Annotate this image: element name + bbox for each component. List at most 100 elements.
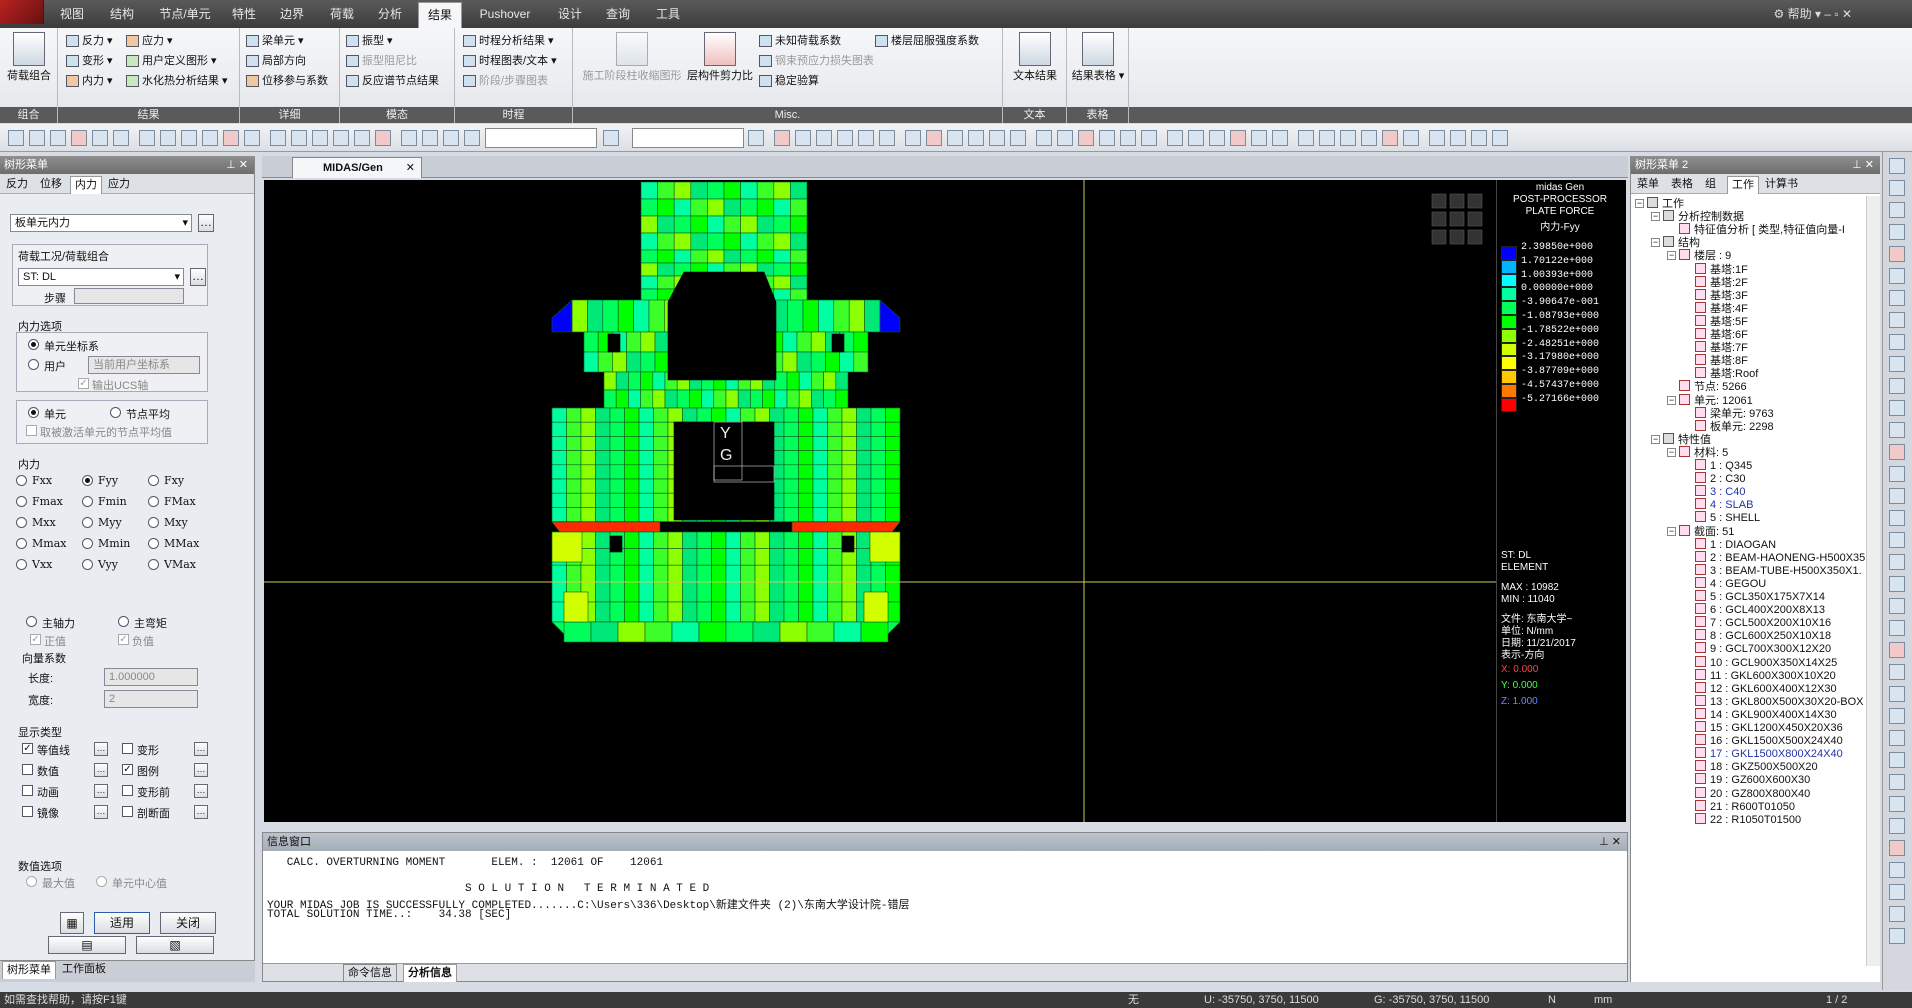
display-checkbox[interactable]	[22, 806, 33, 817]
toolbar-icon[interactable]	[1036, 130, 1052, 146]
toolbar-icon[interactable]	[837, 130, 853, 146]
user-cs-select[interactable]: 当前用户坐标系	[88, 356, 200, 374]
toolbar-icon[interactable]	[905, 130, 921, 146]
toolbar-icon[interactable]	[1382, 130, 1398, 146]
strip-tool-icon[interactable]	[1889, 224, 1905, 240]
menu-tab[interactable]: 视图	[52, 0, 92, 28]
display-option-button[interactable]: …	[94, 805, 108, 819]
principal-moment-radio[interactable]	[118, 616, 129, 627]
story-shear-button[interactable]: 层构件剪力比	[683, 32, 757, 83]
display-checkbox[interactable]	[122, 743, 133, 754]
toolbar-icon[interactable]	[1188, 130, 1204, 146]
export-button[interactable]: ▧	[136, 936, 214, 954]
display-option-button[interactable]: …	[194, 784, 208, 798]
toolbar-icon[interactable]	[968, 130, 984, 146]
tree-node[interactable]: 22 : R1050T01500	[1695, 812, 1801, 828]
strip-tool-icon[interactable]	[1889, 840, 1905, 856]
toolbar-icon[interactable]	[926, 130, 942, 146]
tree-expander[interactable]: −	[1667, 251, 1676, 261]
toolbar-icon[interactable]	[1450, 130, 1466, 146]
toolbar-icon[interactable]	[333, 130, 349, 146]
mode-damping-button[interactable]: 振型阻尼比	[344, 52, 417, 70]
strip-tool-icon[interactable]	[1889, 202, 1905, 218]
toolbar-icon[interactable]	[71, 130, 87, 146]
force-button[interactable]: 内力 ▾	[64, 72, 113, 90]
panel-close-icon[interactable]: ⊥ ✕	[226, 156, 248, 174]
toolbar-icon[interactable]	[1078, 130, 1094, 146]
toolbar-icon[interactable]	[50, 130, 66, 146]
tab-stress[interactable]: 应力	[104, 176, 134, 194]
toolbar-icon[interactable]	[1230, 130, 1246, 146]
story-yield-button[interactable]: 楼层屈服强度系数	[873, 32, 979, 50]
force-radio-vmax[interactable]	[148, 559, 159, 570]
toolbar-icon[interactable]	[1099, 130, 1115, 146]
toolbar-icon[interactable]	[29, 130, 45, 146]
strip-tool-icon[interactable]	[1889, 290, 1905, 306]
tree-expander[interactable]: −	[1651, 238, 1660, 248]
menu-tab[interactable]: 设计	[550, 0, 590, 28]
toolbar-icon[interactable]	[989, 130, 1005, 146]
toolbar-icon[interactable]	[858, 130, 874, 146]
strip-tool-icon[interactable]	[1889, 576, 1905, 592]
right-tab[interactable]: 菜单	[1633, 176, 1663, 194]
menu-tab[interactable]: Pushover	[470, 0, 540, 28]
coord-user-radio[interactable]	[28, 359, 39, 370]
load-case-select[interactable]: ST: DL ▾	[18, 268, 184, 286]
message-close-icon[interactable]: ⊥ ✕	[1599, 833, 1621, 851]
toolbar-icon[interactable]	[1492, 130, 1508, 146]
toolbar-icon[interactable]	[1120, 130, 1136, 146]
strip-tool-icon[interactable]	[1889, 620, 1905, 636]
strip-tool-icon[interactable]	[1889, 598, 1905, 614]
toolbar-icon[interactable]	[1403, 130, 1419, 146]
display-option-button[interactable]: …	[94, 742, 108, 756]
strip-tool-icon[interactable]	[1889, 180, 1905, 196]
rs-node-button[interactable]: 反应谱节点结果	[344, 72, 439, 90]
strip-tool-icon[interactable]	[1889, 818, 1905, 834]
reaction-button[interactable]: 反力 ▾	[64, 32, 113, 50]
menu-tab[interactable]: 工具	[648, 0, 688, 28]
strip-tool-icon[interactable]	[1889, 554, 1905, 570]
display-checkbox[interactable]: ✓	[122, 764, 133, 775]
local-dir-button[interactable]: 局部方向	[244, 52, 306, 70]
right-tab[interactable]: 工作	[1727, 176, 1759, 194]
ucs-axis-checkbox[interactable]: ✓	[78, 378, 89, 389]
toolbar-icon[interactable]	[1167, 130, 1183, 146]
strip-tool-icon[interactable]	[1889, 356, 1905, 372]
toolbar-icon[interactable]	[139, 130, 155, 146]
print-button[interactable]: ▤	[48, 936, 126, 954]
toolbar-icon[interactable]	[774, 130, 790, 146]
strip-tool-icon[interactable]	[1889, 664, 1905, 680]
toolbar-icon[interactable]	[291, 130, 307, 146]
close-icon[interactable]: ✕	[406, 158, 415, 178]
model-viewport[interactable]: YG midas Gen POST-PROCESSOR PLATE FORCE 内力-…	[264, 180, 1626, 822]
toolbar-icon[interactable]	[8, 130, 24, 146]
apply-button[interactable]: 适用	[94, 912, 150, 934]
strip-tool-icon[interactable]	[1889, 246, 1905, 262]
toolbar-icon[interactable]	[92, 130, 108, 146]
force-radio-mxx[interactable]	[16, 517, 27, 528]
strip-tool-icon[interactable]	[1889, 774, 1905, 790]
tree-expander[interactable]: −	[1635, 199, 1644, 208]
toolbar-icon[interactable]	[244, 130, 260, 146]
toolbar-combo[interactable]	[485, 128, 597, 148]
element-radio[interactable]	[28, 407, 39, 418]
result-table-button[interactable]: 结果表格 ▾	[1071, 32, 1125, 83]
strip-tool-icon[interactable]	[1889, 268, 1905, 284]
toolbar-icon[interactable]	[1010, 130, 1026, 146]
th-result-button[interactable]: 时程分析结果 ▾	[461, 32, 554, 50]
display-option-button[interactable]: …	[194, 742, 208, 756]
user-graph-button[interactable]: 用户定义图形 ▾	[124, 52, 217, 70]
toolbar-icon[interactable]	[181, 130, 197, 146]
toolbar-icon[interactable]	[748, 130, 764, 146]
display-checkbox[interactable]: ✓	[22, 743, 33, 754]
toolbar-icon[interactable]	[422, 130, 438, 146]
menu-tab[interactable]: 结构	[100, 0, 144, 28]
help-menu[interactable]: ⚙ 帮助 ▾ – ▫ ✕	[1774, 0, 1852, 28]
toolbar-icon[interactable]	[1141, 130, 1157, 146]
force-radio-vxx[interactable]	[16, 559, 27, 570]
toolbar-icon[interactable]	[270, 130, 286, 146]
force-radio-fyy[interactable]	[82, 475, 93, 486]
toolbar-icon[interactable]	[401, 130, 417, 146]
menu-tab[interactable]: 查询	[596, 0, 640, 28]
deform-button[interactable]: 变形 ▾	[64, 52, 113, 70]
